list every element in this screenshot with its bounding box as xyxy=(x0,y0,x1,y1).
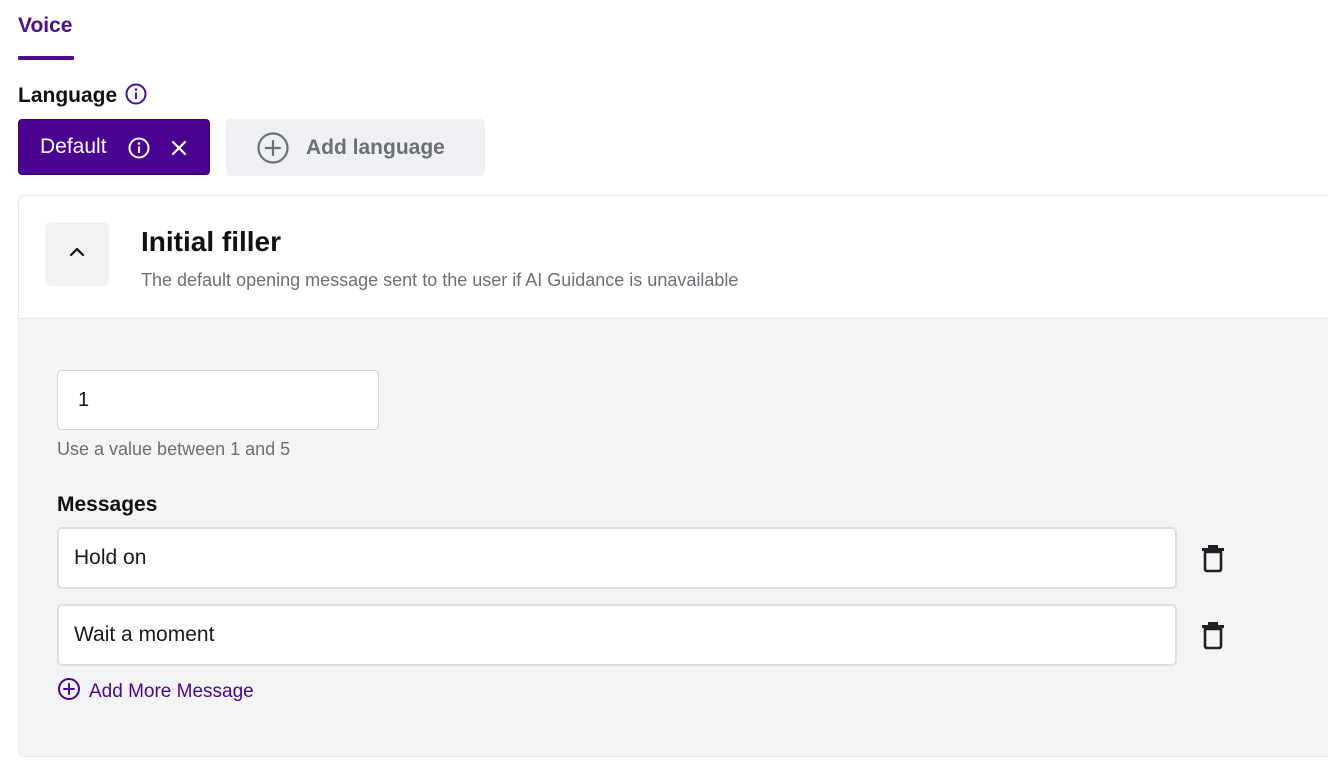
collapse-button[interactable] xyxy=(45,222,109,286)
plus-circle-icon xyxy=(256,131,290,171)
message-input-1[interactable] xyxy=(57,527,1177,589)
tab-active-indicator xyxy=(18,56,74,60)
card-description: The default opening message sent to the … xyxy=(141,270,739,290)
trash-icon[interactable] xyxy=(1199,620,1227,655)
card-body: Use a value between 1 and 5 Messages xyxy=(19,319,1328,756)
language-label: Language xyxy=(18,84,118,107)
info-icon[interactable] xyxy=(127,136,151,166)
language-chip-label: Default xyxy=(40,135,107,158)
info-icon[interactable] xyxy=(124,82,148,111)
initial-filler-card: Initial filler The default opening messa… xyxy=(18,195,1328,757)
add-more-message-link[interactable]: Add More Message xyxy=(57,677,254,707)
filler-count-input[interactable] xyxy=(57,370,379,430)
message-input-2[interactable] xyxy=(57,604,1177,666)
count-hint: Use a value between 1 and 5 xyxy=(57,439,291,459)
card-header: Initial filler The default opening messa… xyxy=(19,196,1328,319)
card-title: Initial filler xyxy=(141,226,282,257)
add-language-button[interactable]: Add language xyxy=(226,119,485,176)
trash-icon[interactable] xyxy=(1199,543,1227,578)
plus-circle-icon xyxy=(57,677,81,707)
tab-voice[interactable]: Voice xyxy=(18,14,72,38)
add-language-label: Add language xyxy=(306,135,445,159)
language-chip-default[interactable]: Default xyxy=(18,119,210,175)
messages-label: Messages xyxy=(57,493,158,516)
chevron-up-icon xyxy=(67,242,87,267)
add-more-message-label: Add More Message xyxy=(89,681,254,702)
close-icon[interactable] xyxy=(167,136,191,166)
